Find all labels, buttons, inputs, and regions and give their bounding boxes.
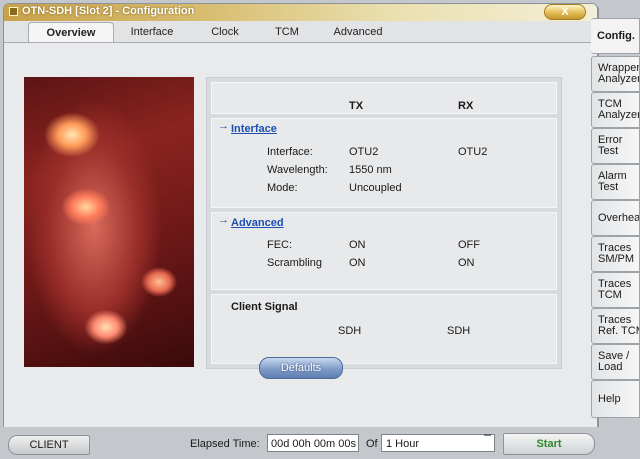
sidebar-item-error-test[interactable]: Error Test (591, 128, 640, 164)
advanced-link[interactable]: Advanced (231, 217, 284, 229)
fec-tx-value: ON (349, 239, 366, 251)
rx-column-header: RX (458, 100, 474, 112)
title-bar[interactable]: OTN-SDH [Slot 2] - Configuration X (4, 4, 597, 21)
sidebar-item-label: Test (598, 181, 619, 193)
tab-bar: Overview Interface Clock TCM Advanced (4, 21, 597, 43)
window-title: OTN-SDH [Slot 2] - Configuration (22, 5, 195, 17)
mode-label: Mode: (267, 182, 298, 194)
overview-panel: TX RX → Interface Interface: OTU2 OTU2 W… (206, 77, 562, 369)
sidebar-item-traces-tcm[interactable]: Traces TCM (591, 272, 640, 308)
sidebar-nav: Config. Wrapper Analyzer TCM Analyzer Er… (591, 0, 640, 427)
sidebar-item-overhead[interactable]: Overhead (591, 200, 640, 236)
arrow-right-icon: → (218, 214, 229, 226)
scrambling-label: Scrambling (267, 257, 323, 269)
interface-section: → Interface Interface: OTU2 OTU2 Wavelen… (211, 118, 557, 208)
fec-label: FEC: (267, 239, 293, 251)
interface-rx-value: OTU2 (458, 146, 488, 158)
sidebar-item-label: Analyzer (598, 73, 640, 85)
fractal-image (24, 77, 194, 367)
window-menu-icon[interactable] (9, 7, 18, 16)
interface-label: Interface: (267, 146, 313, 158)
client-signal-tx-value: SDH (338, 325, 362, 337)
sidebar-item-label: Config. (597, 29, 635, 42)
column-header-row: TX RX (211, 82, 557, 114)
status-bar: CLIENT Elapsed Time: 00d 00h 00m 00s Of … (0, 427, 640, 459)
tx-column-header: TX (349, 100, 364, 112)
tab-advanced[interactable]: Advanced (326, 23, 390, 41)
client-signal-title: Client Signal (231, 301, 298, 313)
elapsed-time-label: Elapsed Time: (190, 438, 260, 450)
advanced-section: → Advanced FEC: ON OFF Scrambling ON ON (211, 212, 557, 290)
client-button[interactable]: CLIENT (8, 435, 90, 455)
defaults-button[interactable]: Defaults (259, 357, 343, 379)
start-button[interactable]: Start (503, 433, 595, 455)
tab-interface[interactable]: Interface (119, 23, 185, 41)
overview-content: TX RX → Interface Interface: OTU2 OTU2 W… (10, 43, 590, 383)
sidebar-item-traces-ref-tcm[interactable]: Traces Ref. TCM (591, 308, 640, 344)
fec-rx-value: OFF (458, 239, 480, 251)
scrambling-tx-value: ON (349, 257, 366, 269)
sidebar-item-label: Ref. TCM (598, 325, 639, 337)
wavelength-label: Wavelength: (267, 164, 328, 176)
mode-tx-value: Uncoupled (349, 182, 402, 194)
sidebar-item-label: SM/PM (598, 253, 635, 265)
tab-clock[interactable]: Clock (200, 23, 250, 41)
sidebar-item-help[interactable]: Help (591, 380, 640, 418)
interface-link[interactable]: Interface (231, 123, 277, 135)
sidebar-item-config[interactable]: Config. (591, 18, 640, 54)
scrambling-rx-value: ON (458, 257, 475, 269)
close-button[interactable]: X (544, 4, 586, 20)
test-duration-value: 1 Hour (386, 438, 420, 450)
tab-overview[interactable]: Overview (28, 22, 114, 43)
sidebar-item-label: Analyzer (598, 109, 640, 121)
dropdown-arrow-icon: ▔ (484, 435, 491, 445)
sidebar-item-tcm-analyzer[interactable]: TCM Analyzer (591, 92, 640, 128)
client-signal-section: Client Signal SDH SDH (211, 294, 557, 364)
of-label: Of (366, 438, 378, 450)
sidebar-item-save-load[interactable]: Save / Load (591, 344, 640, 380)
arrow-right-icon: → (218, 120, 229, 132)
wavelength-tx-value: 1550 nm (349, 164, 392, 176)
configuration-window: OTN-SDH [Slot 2] - Configuration X Overv… (3, 3, 598, 429)
test-duration-select[interactable]: 1 Hour ▔ (381, 434, 495, 452)
sidebar-item-label: Test (598, 145, 619, 157)
elapsed-time-value: 00d 00h 00m 00s (267, 434, 359, 452)
tab-tcm[interactable]: TCM (266, 23, 308, 41)
sidebar-item-wrapper-analyzer[interactable]: Wrapper Analyzer (591, 56, 640, 92)
sidebar-item-label: Overhead (598, 211, 640, 224)
sidebar-item-traces-sm-pm[interactable]: Traces SM/PM (591, 236, 640, 272)
client-signal-rx-value: SDH (447, 325, 471, 337)
sidebar-item-label: TCM (598, 289, 622, 301)
sidebar-item-alarm-test[interactable]: Alarm Test (591, 164, 640, 200)
interface-tx-value: OTU2 (349, 146, 379, 158)
sidebar-item-label: Load (598, 361, 623, 373)
sidebar-item-label: Help (598, 392, 621, 405)
